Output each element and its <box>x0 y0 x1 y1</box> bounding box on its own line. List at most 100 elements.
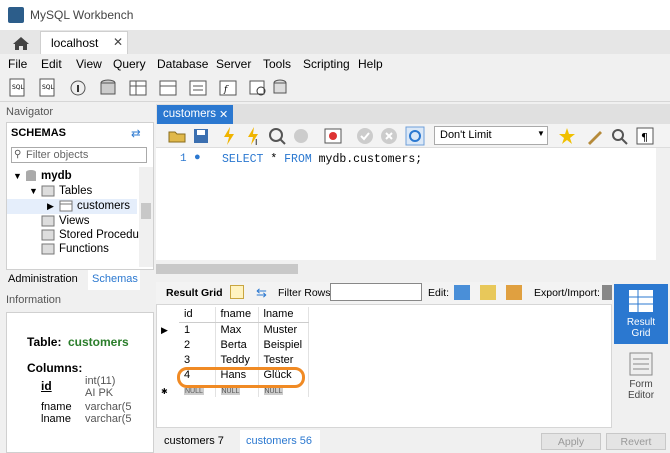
tree-stored-procedures[interactable]: Stored Procedur <box>59 229 143 241</box>
tree-views[interactable]: Views <box>59 215 89 227</box>
reconnect-icon[interactable] <box>268 77 292 99</box>
column-header[interactable]: fname <box>215 307 259 323</box>
table-cell[interactable]: 1 <box>179 322 216 337</box>
sql-editor[interactable]: 1 ● SELECT * FROM mydb.customers; <box>156 148 670 260</box>
table-data-search-icon[interactable] <box>246 77 270 99</box>
navigator-scroll-thumb[interactable] <box>141 203 151 219</box>
limit-select[interactable]: Don't Limit ▼ <box>434 126 548 145</box>
menu-edit[interactable]: Edit <box>41 57 62 71</box>
save-icon[interactable] <box>190 125 214 147</box>
result-tab-customers-56[interactable]: customers 56 <box>240 430 320 453</box>
export-icon[interactable] <box>602 285 612 300</box>
new-sql-tab-icon[interactable]: SQL <box>6 77 30 99</box>
menu-query[interactable]: Query <box>113 57 146 71</box>
table-cell[interactable]: Beispiel <box>258 337 310 352</box>
tab-schemas[interactable]: Schemas <box>88 270 140 290</box>
hscroll-thumb[interactable] <box>156 264 298 274</box>
revert-button[interactable]: Revert <box>606 433 666 450</box>
commit-icon[interactable] <box>354 125 378 147</box>
editor-vscrollbar[interactable] <box>656 148 670 260</box>
result-grid-view-button[interactable]: Result Grid <box>614 284 668 344</box>
sql-select-keyword: SELECT <box>222 153 264 166</box>
close-icon[interactable]: ✕ <box>113 35 123 49</box>
filter-rows-label: Filter Rows: <box>278 287 334 299</box>
execute-current-icon[interactable]: I <box>242 125 266 147</box>
menu-server[interactable]: Server <box>216 57 251 71</box>
menu-scripting[interactable]: Scripting <box>303 57 350 71</box>
info-table-label: Table: <box>27 335 62 349</box>
create-table-icon[interactable] <box>126 77 150 99</box>
table-icon <box>59 199 73 216</box>
table-cell[interactable]: Berta <box>215 337 259 352</box>
expand-mydb-icon[interactable]: ▼ <box>13 171 22 181</box>
table-row[interactable]: 3 Teddy Tester <box>179 352 310 367</box>
svg-text:SQL: SQL <box>12 84 25 91</box>
form-editor-icon <box>628 352 654 376</box>
rollback-icon[interactable] <box>378 125 402 147</box>
column-header[interactable]: id <box>179 307 216 323</box>
result-toolbar: Result Grid ⇆ Filter Rows: Edit: Export/… <box>156 282 612 304</box>
column-header[interactable]: lname <box>258 307 310 323</box>
edit-row-icon[interactable] <box>454 285 470 300</box>
schema-filter-input[interactable]: ⚲ Filter objects <box>11 147 147 163</box>
refresh-icon[interactable]: ⇆ <box>256 285 267 301</box>
find-icon[interactable] <box>608 125 632 147</box>
table-cell[interactable]: Tester <box>258 352 310 367</box>
menu-file[interactable]: File <box>8 57 27 71</box>
expand-tables-icon[interactable]: ▼ <box>29 186 38 196</box>
tree-customers[interactable]: customers <box>77 200 130 212</box>
inspector-icon[interactable] <box>66 77 90 99</box>
open-sql-script-icon[interactable]: SQL <box>36 77 60 99</box>
stop-icon[interactable] <box>290 125 314 147</box>
create-schema-icon[interactable] <box>96 77 120 99</box>
editor-hscrollbar[interactable] <box>156 262 670 276</box>
create-view-icon[interactable] <box>156 77 180 99</box>
tree-mydb[interactable]: mydb <box>41 170 72 182</box>
sql-star: * <box>270 153 278 166</box>
table-cell[interactable]: Max <box>215 322 259 337</box>
menu-database[interactable]: Database <box>157 57 208 71</box>
table-row[interactable]: 1 Max Muster <box>179 322 310 337</box>
tree-tables[interactable]: Tables <box>59 185 92 197</box>
beautify-icon[interactable] <box>584 125 608 147</box>
add-snippet-icon[interactable] <box>556 125 580 147</box>
create-function-icon[interactable]: f <box>216 77 240 99</box>
null-badge: NULL <box>263 387 284 395</box>
table-cell[interactable]: Teddy <box>215 352 259 367</box>
home-icon[interactable] <box>6 33 36 53</box>
delete-row-icon[interactable] <box>506 285 522 300</box>
table-cell[interactable]: 2 <box>179 337 216 352</box>
menu-help[interactable]: Help <box>358 57 383 71</box>
refresh-icon[interactable]: ⇄ <box>131 126 141 140</box>
toggle-output-icon[interactable] <box>322 125 346 147</box>
svg-text:¶: ¶ <box>641 131 648 144</box>
insert-row-icon[interactable] <box>480 285 496 300</box>
table-cell[interactable]: Muster <box>258 322 310 337</box>
invisible-chars-icon[interactable]: ¶ <box>634 125 658 147</box>
null-badge: NULL <box>220 387 241 395</box>
filter-rows-input[interactable] <box>330 283 422 301</box>
form-editor-view-label: Form Editor <box>627 379 655 401</box>
execute-icon[interactable] <box>218 125 242 147</box>
expand-customers-icon[interactable]: ▶ <box>47 201 54 212</box>
table-header-row: id fname lname <box>179 307 310 323</box>
grid-layout-icon[interactable] <box>230 285 244 299</box>
create-procedure-icon[interactable] <box>186 77 210 99</box>
open-folder-icon[interactable] <box>166 125 190 147</box>
connection-tab-localhost[interactable]: localhost ✕ <box>40 31 128 54</box>
form-editor-view-button[interactable]: Form Editor <box>614 348 668 408</box>
close-icon[interactable]: ✕ <box>219 108 228 121</box>
result-tab-customers-7[interactable]: customers 7 <box>156 430 238 453</box>
apply-button[interactable]: Apply <box>541 433 601 450</box>
menu-tools[interactable]: Tools <box>263 57 291 71</box>
query-tab-customers[interactable]: customers ✕ <box>157 105 233 125</box>
tree-functions[interactable]: Functions <box>59 243 109 255</box>
menu-view[interactable]: View <box>76 57 102 71</box>
autocommit-icon[interactable] <box>404 125 428 147</box>
edit-label: Edit: <box>428 287 450 299</box>
result-tabs: customers 7 customers 56 Apply Revert <box>156 430 670 453</box>
tab-administration[interactable]: Administration <box>6 270 86 290</box>
table-cell[interactable]: 3 <box>179 352 216 367</box>
explain-icon[interactable] <box>266 125 290 147</box>
table-row[interactable]: 2 Berta Beispiel <box>179 337 310 352</box>
